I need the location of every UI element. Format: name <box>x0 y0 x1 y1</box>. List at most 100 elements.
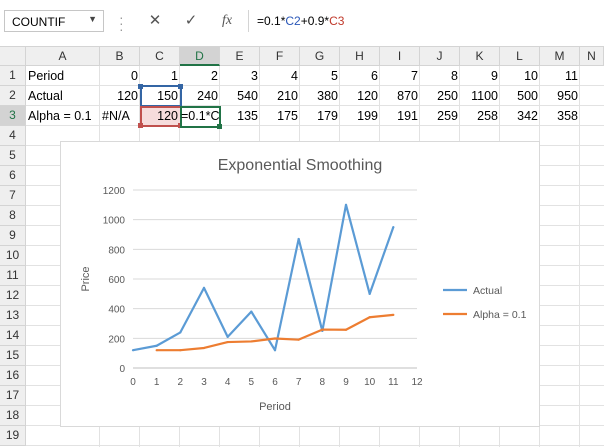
fx-icon[interactable]: fx <box>212 10 242 32</box>
cell-d3-editing[interactable]: =0.1*C <box>180 106 220 126</box>
row-header-8[interactable]: 8 <box>0 206 26 226</box>
column-header-n[interactable]: N <box>580 47 604 66</box>
column-header-j[interactable]: J <box>420 47 460 66</box>
data-point <box>368 316 371 319</box>
column-header-a[interactable]: A <box>26 47 100 66</box>
row-header-7[interactable]: 7 <box>0 186 26 206</box>
drag-handle-icon[interactable]: · · · <box>119 10 124 36</box>
column-header-i[interactable]: I <box>380 47 420 66</box>
name-box[interactable]: COUNTIF ▼ <box>4 10 104 32</box>
triangle-down-icon[interactable]: ▼ <box>88 14 97 24</box>
cell-a1[interactable]: Period <box>26 66 100 86</box>
data-point <box>131 349 135 352</box>
row-header-5[interactable]: 5 <box>0 146 26 166</box>
row-header-14[interactable]: 14 <box>0 326 26 346</box>
cell-row2[interactable]: 210 <box>260 86 300 106</box>
row-header-2[interactable]: 2 <box>0 86 26 106</box>
row-header-15[interactable]: 15 <box>0 346 26 366</box>
row-header-6[interactable]: 6 <box>0 166 26 186</box>
column-header-m[interactable]: M <box>540 47 580 66</box>
cell-row1[interactable]: 10 <box>500 66 540 86</box>
row-header-16[interactable]: 16 <box>0 366 26 386</box>
cell-row3[interactable]: 358 <box>540 106 580 126</box>
y-tick-label: 400 <box>108 305 125 316</box>
x-tick-label: 11 <box>388 377 399 388</box>
column-header-e[interactable]: E <box>220 47 260 66</box>
cell-row1[interactable]: 8 <box>420 66 460 86</box>
cell-row3[interactable]: 342 <box>500 106 540 126</box>
cell-c3[interactable]: 120 <box>140 106 180 126</box>
select-all-corner[interactable] <box>0 47 26 66</box>
cell-row3[interactable]: 259 <box>420 106 460 126</box>
cell-row2[interactable]: 540 <box>220 86 260 106</box>
row-header-18[interactable]: 18 <box>0 406 26 426</box>
cell-row1[interactable]: 2 <box>180 66 220 86</box>
series-line-1 <box>156 313 394 352</box>
cell-row1[interactable]: 6 <box>340 66 380 86</box>
row-header-11[interactable]: 11 <box>0 266 26 286</box>
cell-row3[interactable]: 135 <box>220 106 260 126</box>
line-chart[interactable]: Exponential Smoothing 0 200 400 600 800 1000 12… <box>60 141 540 427</box>
y-tick-label: 200 <box>108 334 125 345</box>
y-tick-label: 600 <box>108 275 125 286</box>
cell-row2[interactable]: 250 <box>420 86 460 106</box>
check-icon[interactable]: ✓ <box>176 10 206 32</box>
column-header-h[interactable]: H <box>340 47 380 66</box>
cell-row2[interactable]: 870 <box>380 86 420 106</box>
cell-row2[interactable]: 240 <box>180 86 220 106</box>
row-header-10[interactable]: 10 <box>0 246 26 266</box>
cell-row2[interactable]: 120 <box>340 86 380 106</box>
cell-row3[interactable]: 175 <box>260 106 300 126</box>
row-header-12[interactable]: 12 <box>0 286 26 306</box>
column-header-b[interactable]: B <box>100 47 140 66</box>
cell-row2[interactable]: 1100 <box>460 86 500 106</box>
data-point <box>250 340 253 343</box>
cell-row1[interactable]: 0 <box>100 66 140 86</box>
x-tick-label: 6 <box>272 377 278 388</box>
formula-input[interactable]: =0.1*C2+0.9*C3 <box>248 10 603 32</box>
row-header-4[interactable]: 4 <box>0 126 26 146</box>
cell-row3[interactable]: 199 <box>340 106 380 126</box>
cell-row1[interactable]: 5 <box>300 66 340 86</box>
name-box-value: COUNTIF <box>12 15 66 29</box>
cell-row2[interactable]: 120 <box>100 86 140 106</box>
cell-row2[interactable]: 380 <box>300 86 340 106</box>
cell-row3[interactable]: 179 <box>300 106 340 126</box>
cell-row1[interactable]: 1 <box>140 66 180 86</box>
row-header-19[interactable]: 19 <box>0 426 26 446</box>
formula-text[interactable]: =0.1*C2+0.9*C3 <box>257 14 344 28</box>
column-header-k[interactable]: K <box>460 47 500 66</box>
cell-row1[interactable]: 11 <box>540 66 580 86</box>
cell-row2[interactable]: 150 <box>140 86 180 106</box>
cell-b3[interactable]: #N/A <box>100 106 140 126</box>
cell-row3[interactable]: 191 <box>380 106 420 126</box>
column-header-c[interactable]: C <box>140 47 180 66</box>
cell-row1[interactable]: 4 <box>260 66 300 86</box>
cell-row1[interactable]: 9 <box>460 66 500 86</box>
data-point <box>179 349 182 352</box>
cell-a2[interactable]: Actual <box>26 86 100 106</box>
row-header-1[interactable]: 1 <box>0 66 26 86</box>
row-header-3[interactable]: 3 <box>0 106 26 126</box>
data-point <box>202 286 206 289</box>
column-header-d[interactable]: D <box>180 47 220 66</box>
x-tick-label: 0 <box>130 377 136 388</box>
cell-row3[interactable]: 258 <box>460 106 500 126</box>
data-point <box>297 338 300 341</box>
formula-ref-c2: C2 <box>285 14 301 28</box>
column-header-g[interactable]: G <box>300 47 340 66</box>
row-header-9[interactable]: 9 <box>0 226 26 246</box>
cell-row1[interactable]: 3 <box>220 66 260 86</box>
cell-row1[interactable]: 7 <box>380 66 420 86</box>
row-header-13[interactable]: 13 <box>0 306 26 326</box>
cell-row2[interactable]: 500 <box>500 86 540 106</box>
cell-a3[interactable]: Alpha = 0.1 <box>26 106 100 126</box>
grid-line <box>26 445 604 446</box>
data-point <box>155 349 158 352</box>
column-header-f[interactable]: F <box>260 47 300 66</box>
close-icon[interactable]: ✕ <box>140 10 170 32</box>
legend-label: Alpha = 0.1 <box>473 309 527 321</box>
cell-row2[interactable]: 950 <box>540 86 580 106</box>
row-header-17[interactable]: 17 <box>0 386 26 406</box>
column-header-l[interactable]: L <box>500 47 540 66</box>
